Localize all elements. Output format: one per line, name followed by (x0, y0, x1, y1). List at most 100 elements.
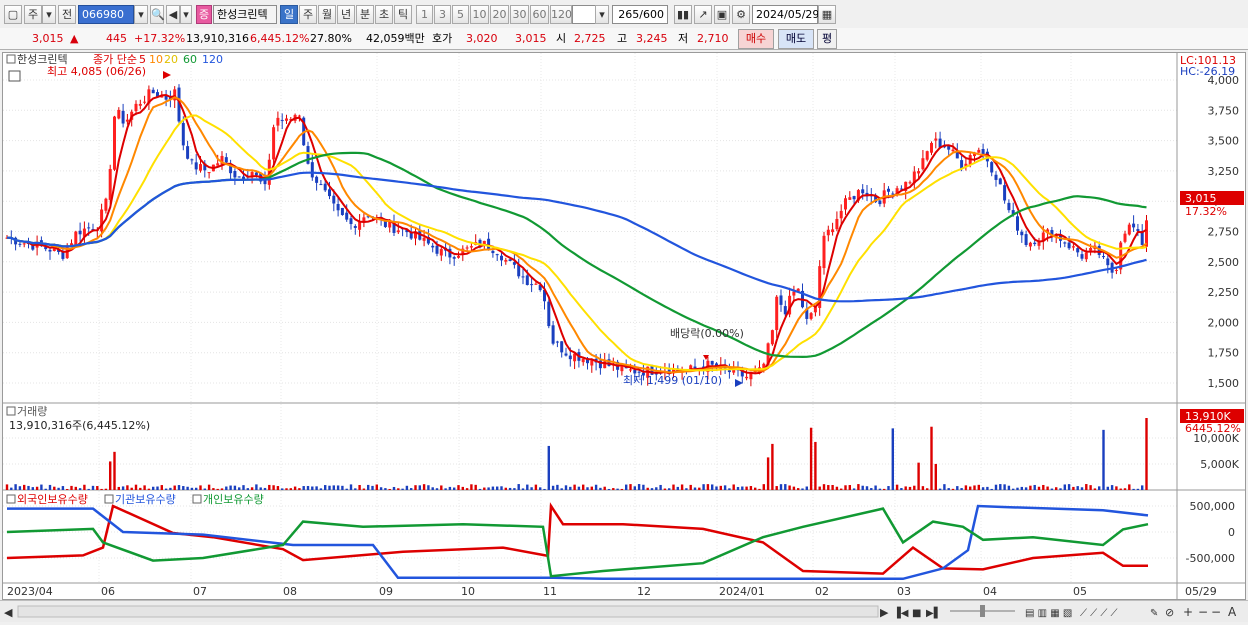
sell-button[interactable]: 매도 (778, 29, 814, 49)
volume-bar (564, 485, 568, 490)
chart-area[interactable]: 4,0003,7503,5003,2503,0002,7502,5002,250… (2, 52, 1246, 600)
volume-bar (612, 488, 615, 490)
volume-bar (263, 487, 267, 490)
stock-chart[interactable]: 4,0003,7503,5003,2503,0002,7502,5002,250… (3, 53, 1245, 599)
candle-body (951, 149, 955, 152)
scroll-left-icon[interactable]: ◀ (4, 606, 13, 619)
interval-dropdown-icon[interactable]: ▾ (595, 5, 609, 24)
candle-body (431, 245, 435, 248)
candle-body (629, 369, 632, 371)
scroll-bar[interactable]: ◀ ▶ ▐◀ ■ ▶▌ ▤ ▥ ▦ ▧ ⟋ ⟋ ⟋ ⟋ ✎ ⊘ + − − A (0, 600, 1248, 622)
interval-button[interactable]: 120 (550, 5, 572, 24)
interval-button[interactable]: 5 (452, 5, 469, 24)
candle-body (396, 230, 400, 233)
volume-bar (457, 485, 460, 490)
volume-bar (147, 488, 151, 490)
candle-body (306, 146, 310, 164)
interval-button[interactable]: 10 (470, 5, 489, 24)
period-tab[interactable]: 년 (337, 5, 355, 24)
volume-bar (332, 485, 335, 490)
date-input[interactable]: 2024/05/29 (752, 5, 819, 24)
count-input[interactable]: 265/600 (612, 5, 668, 24)
volume-bar (771, 443, 774, 490)
scroll-right-icon[interactable]: ▶ (880, 606, 889, 619)
jump-start-icon[interactable]: ▐◀ (893, 606, 909, 619)
zoom-slider-handle[interactable] (980, 605, 985, 617)
candle-type-icon[interactable]: ▮▮ (674, 5, 692, 24)
zoom-in-plus-icon[interactable]: + (1183, 605, 1193, 619)
interval-button[interactable]: 60 (530, 5, 549, 24)
legend-foreign: 외국인보유수량 (17, 493, 88, 506)
drawing-tools-icon[interactable]: ⟋ ⟋ ⟋ ⟋ (1080, 608, 1118, 619)
candle-body (917, 171, 921, 174)
calendar-icon[interactable]: ▦ (818, 5, 836, 24)
volume-bar (900, 488, 903, 490)
volume-bar (306, 485, 310, 490)
volume-bar (397, 488, 400, 490)
time-axis-label: 02 (815, 585, 829, 598)
stock-dropdown-icon[interactable]: ▾ (134, 5, 148, 24)
volume-bar (212, 488, 215, 490)
volume-bar (276, 486, 280, 490)
period-tab[interactable]: 월 (318, 5, 336, 24)
prev-button[interactable]: 전 (58, 5, 76, 24)
sound-dropdown-icon[interactable]: ▾ (180, 5, 192, 24)
jump-end-icon[interactable]: ▶▌ (926, 606, 941, 619)
volume-bar (981, 487, 985, 490)
candle-body (1080, 254, 1084, 259)
volume-percent: 6,445.12% (250, 32, 310, 45)
volume-bar (341, 485, 344, 490)
scroll-track[interactable] (17, 605, 879, 618)
volume-bar (311, 486, 314, 490)
minus-icon[interactable]: − (1211, 605, 1221, 619)
chart-style-icon[interactable]: ▤ ▥ ▦ ▧ (1025, 608, 1072, 619)
candle-body (237, 176, 241, 178)
interval-button[interactable]: 3 (434, 5, 451, 24)
period-tab[interactable]: 분 (356, 5, 374, 24)
time-axis-label: 06 (101, 585, 115, 598)
volume-bar (749, 486, 753, 490)
price-axis-label: 1,500 (1208, 377, 1240, 390)
eval-button[interactable]: 평 (817, 29, 837, 49)
time-axis-label: 12 (637, 585, 651, 598)
candle-body (775, 296, 779, 331)
chevron-down-icon[interactable]: ▾ (42, 5, 56, 24)
volume-bar (792, 486, 796, 490)
magnet-icon[interactable]: ✎ (1150, 608, 1158, 619)
candle-body (233, 170, 237, 178)
interval-button[interactable]: 30 (510, 5, 529, 24)
save-icon[interactable]: ▣ (714, 5, 730, 24)
candle-body (1067, 242, 1071, 249)
freq-unit-button[interactable]: 주 (24, 5, 42, 24)
drawing-tool-icon[interactable]: ↗ (694, 5, 712, 24)
stop-icon[interactable]: ■ (912, 608, 921, 619)
period-tab[interactable]: 초 (375, 5, 393, 24)
interval-button[interactable]: 1 (416, 5, 433, 24)
stock-code-input[interactable]: 066980 (78, 5, 134, 24)
volume-bar (259, 487, 262, 490)
candle-body (285, 118, 288, 121)
volume-bar (345, 488, 348, 490)
buy-button[interactable]: 매수 (738, 29, 774, 49)
high-label: 고 (617, 32, 628, 45)
volume-bar (272, 485, 275, 490)
sound-icon[interactable]: ◀ (166, 5, 180, 24)
period-tab[interactable]: 틱 (394, 5, 412, 24)
font-size-icon[interactable]: A (1228, 605, 1237, 619)
zoom-in-icon[interactable]: ⊘ (1165, 606, 1174, 619)
volume-bar (293, 486, 297, 490)
volume-bar (109, 461, 112, 490)
table-grid-icon[interactable] (8, 70, 21, 82)
period-tab[interactable]: 일 (280, 5, 298, 24)
volume-bar (887, 486, 890, 490)
volume-bar (349, 484, 353, 490)
period-tab[interactable]: 주 (299, 5, 317, 24)
window-menu-icon[interactable]: ▢ (4, 5, 22, 24)
volume-bar (483, 487, 486, 490)
candle-body (276, 117, 280, 126)
settings-gear-icon[interactable]: ⚙ (732, 5, 750, 24)
zoom-out-minus-icon[interactable]: − (1198, 605, 1208, 619)
search-icon[interactable]: 🔍 (150, 5, 165, 24)
scroll-controls[interactable]: ◀ ▶ ▐◀ ■ ▶▌ ▤ ▥ ▦ ▧ ⟋ ⟋ ⟋ ⟋ ✎ ⊘ + − − A (0, 601, 1248, 622)
interval-button[interactable]: 20 (490, 5, 509, 24)
